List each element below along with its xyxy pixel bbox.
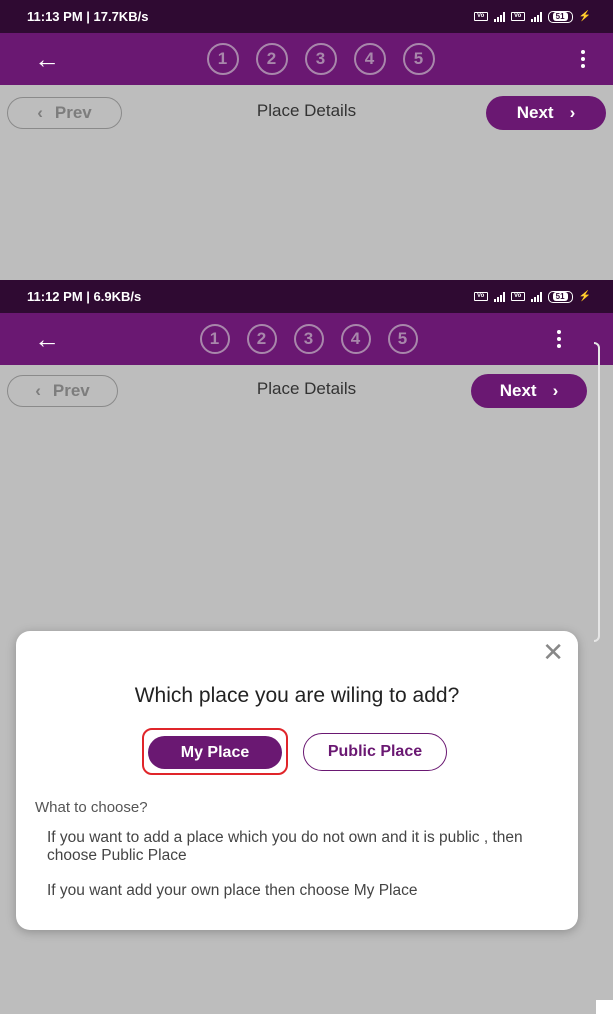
step-5[interactable]: 5	[402, 43, 435, 75]
more-vert-icon[interactable]	[581, 50, 585, 68]
signal-icon	[493, 291, 505, 302]
volte-icon: Vo	[473, 12, 488, 21]
next-button[interactable]: Next ›	[486, 96, 606, 130]
status-icons: Vo Vo 51 ⚡	[473, 290, 591, 303]
status-bar: 11:13 PM | 17.7KB/s Vo Vo 51 ⚡	[0, 0, 613, 33]
app-bar: ← 1 2 3 4 5	[0, 313, 613, 365]
dialog-question: Which place you are wiling to add?	[134, 684, 460, 707]
arrow-left-icon[interactable]: ←	[34, 46, 60, 72]
volte-icon: Vo	[510, 12, 525, 21]
signal-4g-icon	[530, 291, 542, 302]
nav-row: ‹ Prev Place Details Next ›	[0, 365, 613, 421]
arrow-left-icon[interactable]: ←	[34, 326, 60, 352]
screen-1: 11:13 PM | 17.7KB/s Vo Vo 51 ⚡ ← 1 2 3 4…	[0, 0, 613, 280]
status-time: 11:13 PM | 17.7KB/s	[27, 9, 149, 24]
corner-patch	[596, 1000, 613, 1014]
step-3[interactable]: 3	[304, 43, 337, 75]
step-indicator: 1 2 3 4 5	[199, 324, 418, 354]
public-place-help: If you want to add a place which you do …	[47, 829, 523, 864]
chevron-right-icon: ›	[569, 103, 576, 122]
signal-icon	[493, 11, 505, 22]
step-1[interactable]: 1	[206, 43, 239, 75]
step-5[interactable]: 5	[387, 324, 418, 354]
volte-icon: Vo	[473, 292, 488, 301]
app-bar: ← 1 2 3 4 5	[0, 33, 613, 85]
close-icon[interactable]: ✕	[542, 639, 564, 665]
nav-row: ‹ Prev Place Details Next ›	[0, 85, 613, 141]
battery-icon: 51	[547, 10, 573, 23]
step-4[interactable]: 4	[340, 324, 371, 354]
chevron-right-icon: ›	[552, 381, 559, 400]
volte-icon: Vo	[510, 292, 525, 301]
status-time: 11:12 PM | 6.9KB/s	[27, 289, 142, 304]
step-4[interactable]: 4	[353, 43, 386, 75]
battery-icon: 51	[547, 290, 573, 303]
step-3[interactable]: 3	[293, 324, 324, 354]
my-place-help: If you want add your own place then choo…	[47, 882, 418, 899]
step-indicator: 1 2 3 4 5	[206, 43, 435, 75]
next-label: Next	[516, 103, 554, 122]
highlight-box: My Place	[142, 728, 288, 775]
what-to-choose-heading: What to choose?	[35, 799, 148, 816]
status-bar: 11:12 PM | 6.9KB/s Vo Vo 51 ⚡	[0, 280, 613, 313]
background-card-edge	[594, 342, 600, 642]
step-2[interactable]: 2	[255, 43, 288, 75]
public-place-button[interactable]: Public Place	[303, 733, 447, 771]
more-vert-icon[interactable]	[557, 330, 561, 348]
status-icons: Vo Vo 51 ⚡	[473, 10, 591, 23]
charging-icon: ⚡	[578, 291, 591, 302]
my-place-button[interactable]: My Place	[148, 736, 282, 769]
step-1[interactable]: 1	[199, 324, 230, 354]
place-type-dialog: ✕ Which place you are wiling to add? My …	[16, 631, 578, 930]
signal-4g-icon	[530, 11, 542, 22]
next-label: Next	[499, 381, 537, 400]
charging-icon: ⚡	[578, 11, 591, 22]
step-2[interactable]: 2	[246, 324, 277, 354]
next-button[interactable]: Next ›	[471, 374, 587, 408]
